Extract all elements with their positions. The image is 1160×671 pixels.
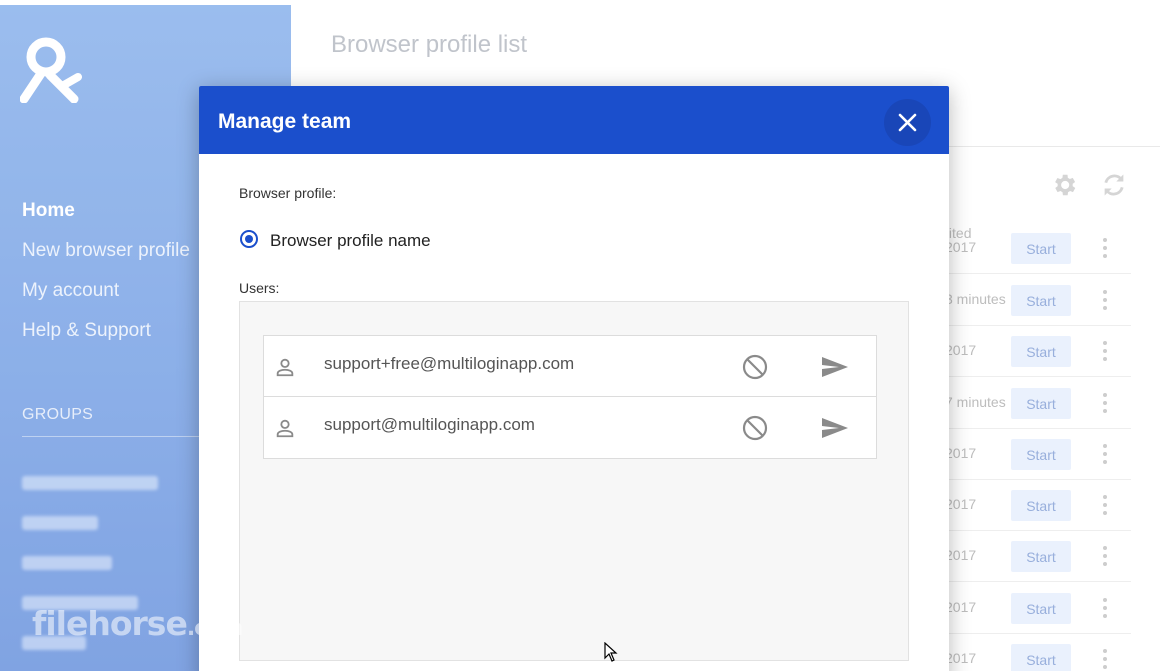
block-icon[interactable] (742, 354, 768, 380)
profile-name-label[interactable]: Browser profile name (270, 231, 431, 251)
send-icon[interactable] (821, 417, 849, 439)
dialog-title: Manage team (218, 110, 352, 133)
send-icon[interactable] (821, 356, 849, 378)
person-icon (276, 419, 294, 438)
browser-profile-label: Browser profile: (239, 185, 337, 201)
close-button[interactable] (884, 99, 931, 146)
user-email: support+free@multiloginapp.com (324, 354, 575, 373)
user-row: support@multiloginapp.com (263, 397, 877, 459)
user-email: support@multiloginapp.com (324, 415, 535, 434)
person-icon (276, 358, 294, 377)
dialog-header: Manage team (199, 86, 949, 154)
watermark-suffix: .com (186, 616, 243, 641)
watermark-main: filehorse (32, 604, 188, 643)
mouse-cursor-icon (604, 642, 618, 662)
users-list: support+free@multiloginapp.com support@m… (239, 301, 909, 661)
profile-radio-button[interactable] (240, 230, 258, 248)
users-label: Users: (239, 280, 280, 296)
block-icon[interactable] (742, 415, 768, 441)
close-icon (898, 113, 917, 132)
user-row: support+free@multiloginapp.com (263, 335, 877, 397)
manage-team-dialog: Manage team Browser profile: Browser pro… (199, 86, 949, 671)
watermark: filehorse.com (32, 604, 243, 643)
